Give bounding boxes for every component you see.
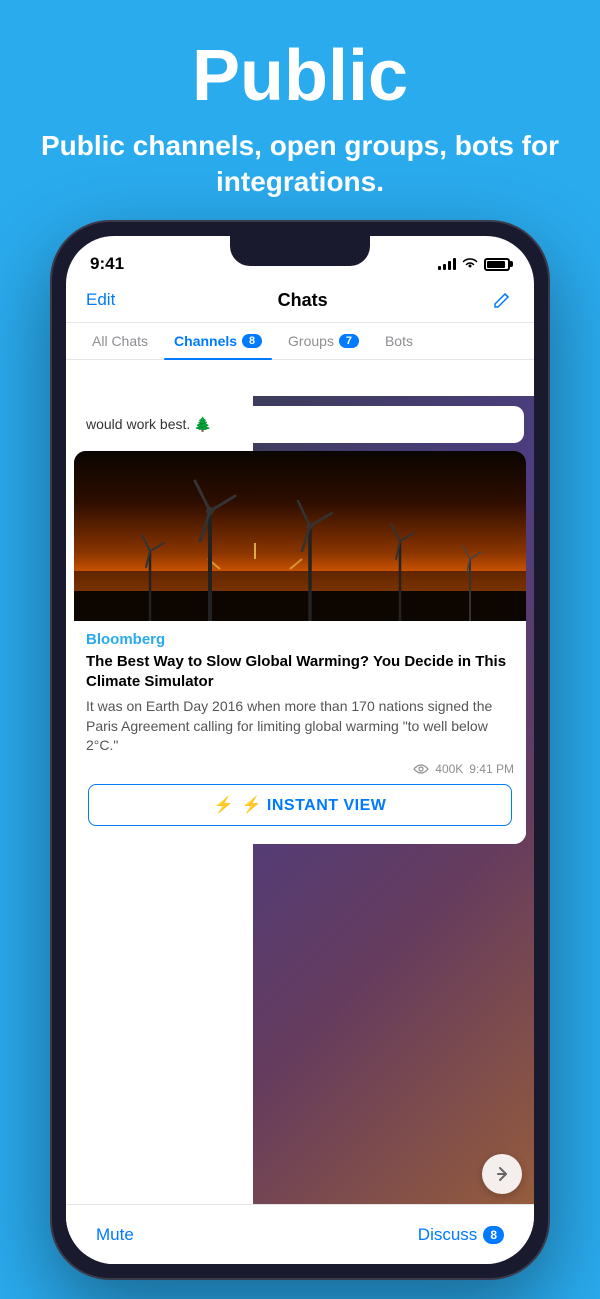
message-text: would work best. 🌲 <box>86 416 212 432</box>
chats-header: Edit Chats <box>66 280 534 323</box>
battery-icon <box>484 258 510 271</box>
channels-badge: 8 <box>242 334 262 348</box>
status-icons <box>438 256 510 272</box>
header-subtitle: Public channels, open groups, bots for i… <box>40 128 560 201</box>
article-body: It was on Earth Day 2016 when more than … <box>86 697 514 756</box>
discuss-label: Discuss <box>418 1225 478 1245</box>
article-title: The Best Way to Slow Global Warming? You… <box>86 652 514 691</box>
phone-frame: 9:41 <box>50 220 550 1280</box>
notch <box>230 236 370 266</box>
mute-button[interactable]: Mute <box>96 1225 134 1245</box>
phone-wrapper: 9:41 <box>50 220 550 1280</box>
article-image <box>74 451 526 621</box>
tab-groups[interactable]: Groups 7 <box>278 323 369 359</box>
tab-bots[interactable]: Bots <box>375 323 423 359</box>
article-views: 400K <box>435 762 463 776</box>
article-time: 9:41 PM <box>469 762 514 776</box>
share-button[interactable] <box>482 1154 522 1194</box>
compose-icon[interactable] <box>490 288 514 312</box>
article-channel: Bloomberg <box>86 631 514 648</box>
tab-channels[interactable]: Channels 8 <box>164 323 272 359</box>
status-time: 9:41 <box>90 254 124 274</box>
discuss-button[interactable]: Discuss 8 <box>418 1225 504 1245</box>
discuss-badge: 8 <box>483 1226 504 1244</box>
tab-all-chats[interactable]: All Chats <box>82 323 158 359</box>
groups-badge: 7 <box>339 334 359 348</box>
signal-icon <box>438 258 456 270</box>
phone-screen: 9:41 <box>66 236 534 1264</box>
instant-view-label: ⚡ INSTANT VIEW <box>242 795 387 815</box>
article-meta: 400K 9:41 PM <box>86 762 514 776</box>
header-section: Public Public channels, open groups, bot… <box>0 0 600 231</box>
header-title: Public <box>40 40 560 112</box>
article-card: Bloomberg The Best Way to Slow Global Wa… <box>74 451 526 844</box>
instant-view-button[interactable]: ⚡ ⚡ INSTANT VIEW <box>88 784 512 826</box>
bottom-bar: Mute Discuss 8 <box>66 1204 534 1264</box>
lightning-icon: ⚡ <box>214 795 234 815</box>
message-content: would work best. 🌲 <box>66 396 534 1264</box>
wind-turbines-svg <box>74 451 526 621</box>
chats-title: Chats <box>278 290 328 311</box>
wifi-icon <box>462 256 478 272</box>
edit-button[interactable]: Edit <box>86 290 115 310</box>
message-panel: would work best. 🌲 <box>66 396 534 1264</box>
tabs-bar: All Chats Channels 8 Groups 7 Bots <box>66 323 534 360</box>
